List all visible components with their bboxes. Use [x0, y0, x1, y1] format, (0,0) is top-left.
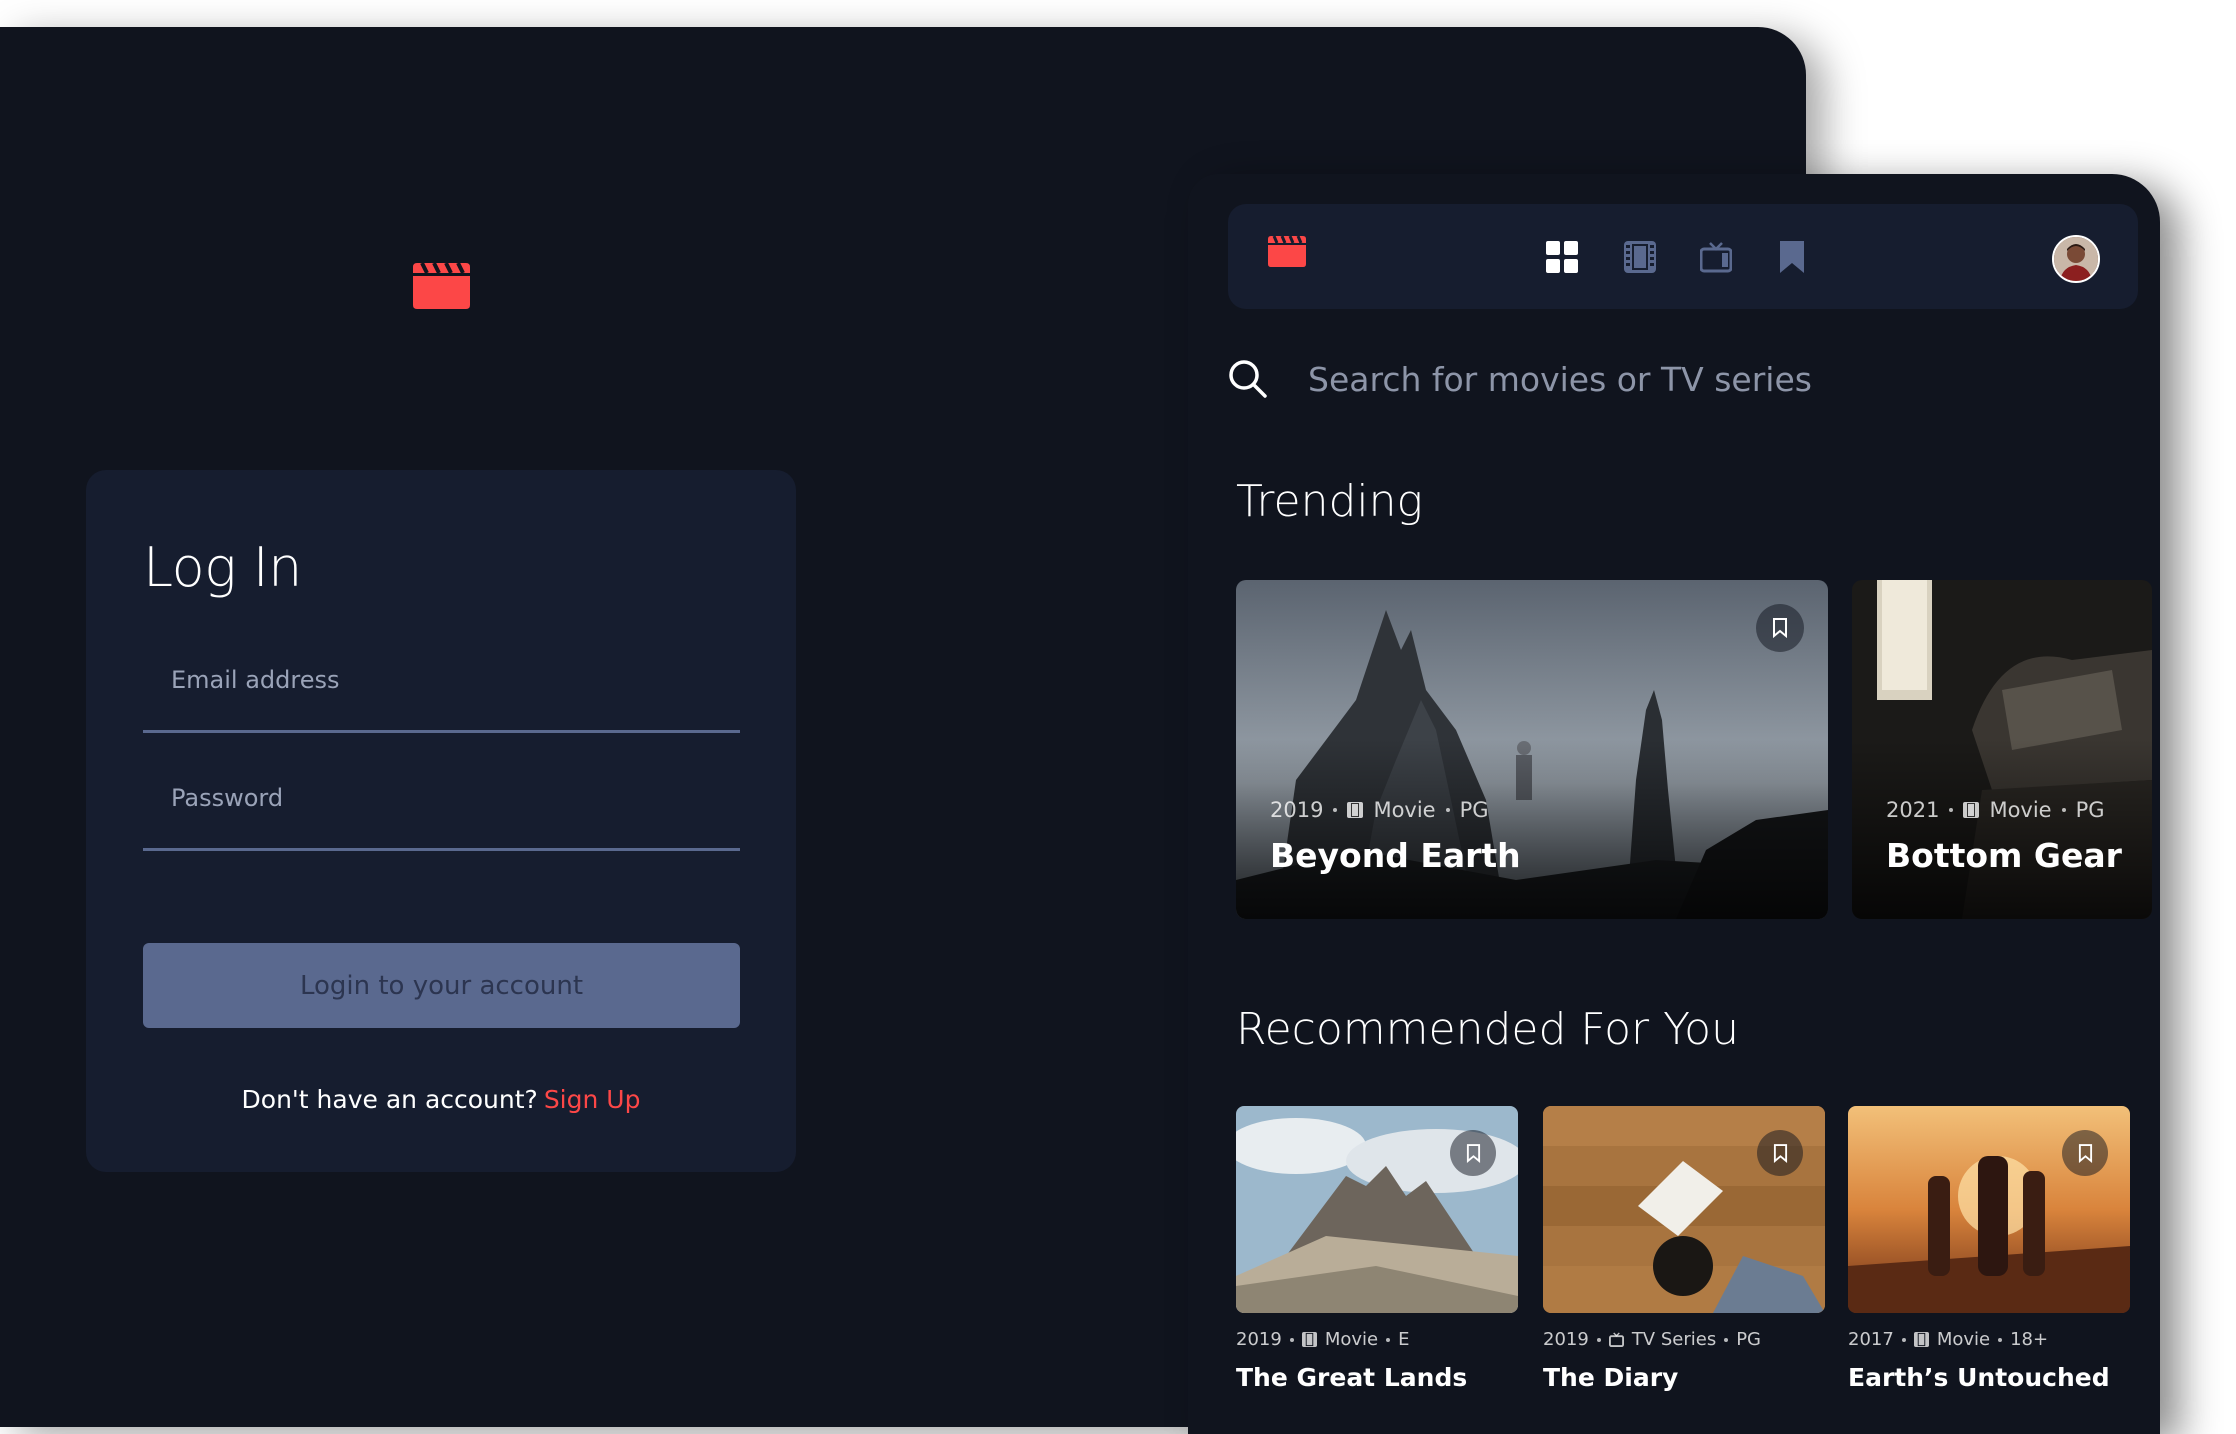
- meta-separator: [1901, 1337, 1906, 1342]
- film-icon[interactable]: [1624, 241, 1656, 277]
- card-meta: 2019 Movie PG: [1270, 798, 1489, 822]
- bookmark-icon: [2078, 1143, 2092, 1163]
- password-field[interactable]: [143, 748, 740, 848]
- bookmark-icon: [1773, 1143, 1787, 1163]
- search-bar: [1228, 349, 2128, 409]
- film-icon: [1963, 802, 1980, 818]
- avatar[interactable]: [2052, 235, 2100, 283]
- card-title: The Great Lands: [1236, 1363, 1468, 1392]
- login-card: Log In Login to your account Don't have …: [86, 470, 796, 1172]
- card-rating: 18+: [2010, 1329, 2049, 1350]
- search-input[interactable]: [1308, 349, 2108, 409]
- card-year: 2019: [1543, 1329, 1589, 1350]
- card-meta: 2021 Movie PG: [1886, 798, 2105, 822]
- recommended-heading: Recommended For You: [1236, 1004, 1739, 1055]
- card-rating: E: [1398, 1329, 1410, 1350]
- meta-separator: [1386, 1337, 1391, 1342]
- meta-separator: [1724, 1337, 1729, 1342]
- card-category: Movie: [1989, 798, 2052, 822]
- card-year: 2021: [1886, 798, 1940, 822]
- meta-separator: [1998, 1337, 2003, 1342]
- card-rating: PG: [1459, 798, 1489, 822]
- email-field-wrapper: [143, 630, 740, 733]
- tv-icon[interactable]: [1699, 241, 1733, 277]
- meta-separator: [1333, 808, 1338, 812]
- film-icon: [1347, 802, 1364, 818]
- card-meta: 2019 Movie E: [1236, 1329, 1518, 1350]
- card-thumbnail: [1848, 1106, 2130, 1313]
- bookmark-button[interactable]: [1756, 604, 1804, 652]
- meta-separator: [2061, 808, 2066, 812]
- clapperboard-logo-icon: [413, 262, 470, 313]
- recommended-card[interactable]: 2019 Movie E The Great Lands: [1236, 1106, 1518, 1392]
- bookmark-button[interactable]: [2062, 1130, 2108, 1176]
- card-rating: PG: [1736, 1329, 1762, 1350]
- bookmark-icon: [1773, 618, 1787, 638]
- top-nav: [1228, 204, 2138, 309]
- login-title: Log In: [143, 536, 302, 599]
- meta-separator: [1445, 808, 1450, 812]
- card-gradient-overlay: [1852, 739, 2152, 919]
- tv-icon: [1608, 1332, 1624, 1347]
- card-category: TV Series: [1631, 1329, 1717, 1350]
- card-category: Movie: [1373, 798, 1436, 822]
- home-grid-icon[interactable]: [1546, 241, 1578, 277]
- trending-card[interactable]: 2019 Movie PG Beyond Earth: [1236, 580, 1828, 919]
- search-icon: [1228, 359, 1268, 403]
- login-button[interactable]: Login to your account: [143, 943, 740, 1028]
- bookmark-button[interactable]: [1450, 1130, 1496, 1176]
- bookmark-icon: [1466, 1143, 1480, 1163]
- card-year: 2017: [1848, 1329, 1894, 1350]
- card-title: The Diary: [1543, 1363, 1679, 1392]
- clapperboard-logo-icon[interactable]: [1268, 235, 1306, 271]
- meta-separator: [1289, 1337, 1294, 1342]
- card-title: Bottom Gear: [1886, 836, 2122, 875]
- bookmark-icon[interactable]: [1778, 241, 1806, 277]
- card-rating: PG: [2075, 798, 2105, 822]
- film-icon: [1913, 1332, 1929, 1347]
- card-year: 2019: [1236, 1329, 1282, 1350]
- home-screen: Trending 2019 M: [1188, 174, 2160, 1434]
- card-title: Beyond Earth: [1270, 836, 1521, 875]
- email-field[interactable]: [143, 630, 740, 730]
- recommended-card[interactable]: 2019 TV Series PG The Diary: [1543, 1106, 1825, 1392]
- card-gradient-overlay: [1236, 739, 1828, 919]
- signup-link[interactable]: Sign Up: [544, 1085, 641, 1114]
- card-category: Movie: [1324, 1329, 1379, 1350]
- trending-heading: Trending: [1236, 476, 1423, 527]
- meta-separator: [1949, 808, 1954, 812]
- recommended-card[interactable]: 2017 Movie 18+ Earth’s Untouched: [1848, 1106, 2130, 1392]
- bookmark-button[interactable]: [1757, 1130, 1803, 1176]
- signup-line: Don't have an account? Sign Up: [86, 1085, 796, 1114]
- card-thumbnail: [1236, 1106, 1518, 1313]
- signup-prompt: Don't have an account?: [241, 1085, 538, 1114]
- film-icon: [1301, 1332, 1317, 1347]
- card-year: 2019: [1270, 798, 1324, 822]
- card-meta: 2017 Movie 18+: [1848, 1329, 2130, 1350]
- meta-separator: [1596, 1337, 1601, 1342]
- card-thumbnail: [1543, 1106, 1825, 1313]
- password-field-wrapper: [143, 748, 740, 851]
- card-meta: 2019 TV Series PG: [1543, 1329, 1825, 1350]
- card-category: Movie: [1936, 1329, 1991, 1350]
- card-title: Earth’s Untouched: [1848, 1363, 2110, 1392]
- trending-card[interactable]: 2021 Movie PG Bottom Gear: [1852, 580, 2152, 919]
